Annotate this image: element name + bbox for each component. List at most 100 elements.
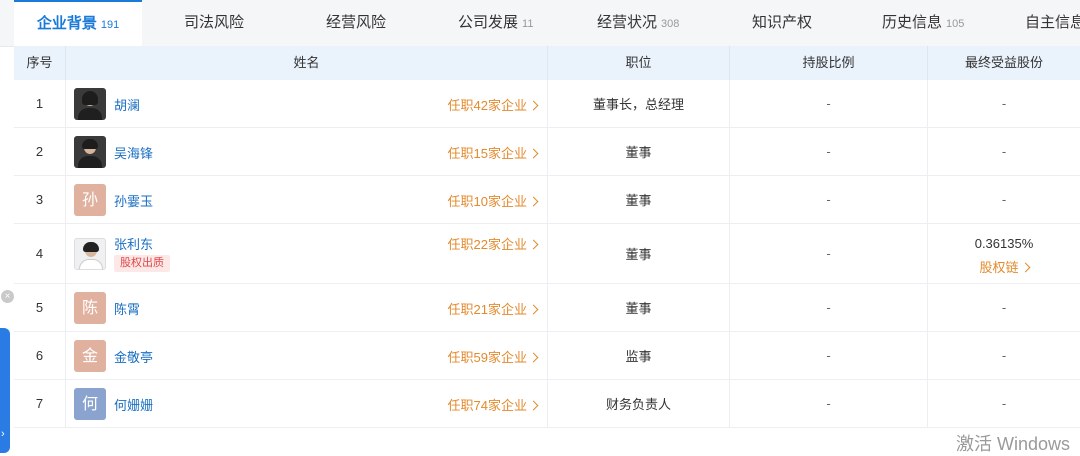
- equity-chain-label: 股权链: [979, 260, 1019, 275]
- chevron-right-icon: [528, 148, 539, 159]
- person-name-link[interactable]: 吴海锋: [114, 143, 153, 162]
- positions-link[interactable]: 任职42家企业: [447, 95, 539, 114]
- person-name-link[interactable]: 陈霄: [114, 299, 140, 318]
- person-name-link[interactable]: 胡澜: [114, 95, 140, 114]
- header-position: 职位: [548, 46, 730, 80]
- avatar[interactable]: [74, 136, 106, 168]
- table-row: 6 金 金敬亭 任职59家企业 监事 - -: [14, 332, 1080, 380]
- role-cell: 董事: [548, 284, 730, 331]
- positions-link[interactable]: 任职15家企业: [447, 143, 539, 162]
- chevron-right-icon: [528, 100, 539, 111]
- share-ratio-cell: -: [730, 284, 928, 331]
- tab-company-development[interactable]: 公司发展 11: [458, 0, 533, 46]
- share-ratio-cell: -: [730, 332, 928, 379]
- avatar[interactable]: [74, 238, 106, 270]
- chevron-right-icon: [1020, 262, 1030, 273]
- tab-label: 经营风险: [326, 14, 387, 31]
- name-cell: 孙 孙霎玉 任职10家企业: [66, 176, 548, 223]
- final-benefit-cell: -: [1001, 300, 1007, 315]
- tab-count: 105: [946, 18, 965, 30]
- chevron-right-icon: [528, 352, 539, 363]
- chevron-right-icon: [528, 196, 539, 207]
- table-row: 7 何 何姗姗 任职74家企业 财务负责人 - -: [14, 380, 1080, 428]
- tab-intellectual-property[interactable]: 知识产权: [752, 0, 812, 46]
- positions-label: 任职42家企业: [447, 98, 527, 113]
- row-index: 4: [14, 224, 66, 283]
- person-name-link[interactable]: 何姗姗: [114, 395, 153, 414]
- tab-judicial-risk[interactable]: 司法风险: [184, 0, 244, 46]
- row-index: 5: [14, 284, 66, 331]
- final-benefit-cell: -: [1001, 396, 1007, 411]
- final-benefit-cell: -: [1001, 192, 1007, 207]
- person-name-link[interactable]: 张利东: [114, 234, 153, 253]
- role-cell: 董事: [548, 128, 730, 175]
- final-benefit-cell: 0.36135% 股权链: [928, 224, 1080, 283]
- positions-link[interactable]: 任职10家企业: [447, 191, 539, 210]
- chevron-right-icon: [528, 304, 539, 315]
- table-row: 5 陈 陈霄 任职21家企业 董事 - -: [14, 284, 1080, 332]
- tab-count: 308: [661, 18, 680, 30]
- positions-link[interactable]: 任职74家企业: [447, 395, 539, 414]
- avatar[interactable]: 何: [74, 388, 106, 420]
- table-row: 4 张利东 股权出质 任职22家企业 董事 - 0.36135% 股权链: [14, 224, 1080, 284]
- equity-pledge-badge[interactable]: 股权出质: [114, 255, 170, 272]
- positions-label: 任职22家企业: [447, 237, 527, 252]
- name-cell: 金 金敬亭 任职59家企业: [66, 332, 548, 379]
- final-benefit-value: 0.36135%: [974, 236, 1034, 251]
- table-header: 序号 姓名 职位 持股比例 最终受益股份: [14, 46, 1080, 80]
- tab-history[interactable]: 历史信息 105: [882, 0, 964, 46]
- positions-link[interactable]: 任职21家企业: [447, 299, 539, 318]
- name-cell: 吴海锋 任职15家企业: [66, 128, 548, 175]
- table-row: 2 吴海锋 任职15家企业 董事 - -: [14, 128, 1080, 176]
- tab-enterprise-background[interactable]: 企业背景 191: [14, 0, 142, 48]
- avatar[interactable]: 孙: [74, 184, 106, 216]
- chevron-right-icon: [528, 400, 539, 411]
- tab-count: 11: [522, 18, 534, 30]
- avatar[interactable]: 金: [74, 340, 106, 372]
- row-index: 2: [14, 128, 66, 175]
- positions-label: 任职10家企业: [447, 194, 527, 209]
- table-row: 1 胡澜 任职42家企业 董事长，总经理 - -: [14, 80, 1080, 128]
- share-ratio-cell: -: [730, 80, 928, 127]
- name-cell: 胡澜 任职42家企业: [66, 80, 548, 127]
- role-cell: 财务负责人: [548, 380, 730, 427]
- floating-side-panel[interactable]: ›: [0, 328, 10, 453]
- tab-label: 经营状况: [597, 14, 658, 31]
- share-ratio-cell: -: [730, 176, 928, 223]
- row-index: 7: [14, 380, 66, 427]
- tab-count: 191: [100, 19, 120, 31]
- name-cell: 张利东 股权出质 任职22家企业: [66, 224, 548, 283]
- header-name: 姓名: [66, 46, 548, 80]
- equity-chain-link[interactable]: 股权链: [928, 257, 1080, 276]
- positions-label: 任职59家企业: [447, 350, 527, 365]
- share-ratio-cell: -: [730, 224, 928, 283]
- tab-bar: 企业背景 191 司法风险 经营风险 公司发展 11 经营状况 308 知识产权 历史…: [0, 0, 1080, 48]
- positions-label: 任职15家企业: [447, 146, 527, 161]
- role-cell: 董事: [548, 224, 730, 283]
- header-share-ratio: 持股比例: [730, 46, 928, 80]
- role-cell: 董事: [548, 176, 730, 223]
- close-icon[interactable]: ×: [1, 290, 14, 303]
- chevron-right-icon: [528, 239, 539, 250]
- positions-label: 任职74家企业: [447, 398, 527, 413]
- positions-link[interactable]: 任职22家企业: [447, 234, 539, 253]
- avatar[interactable]: 陈: [74, 292, 106, 324]
- person-name-link[interactable]: 金敬亭: [114, 347, 153, 366]
- positions-link[interactable]: 任职59家企业: [447, 347, 539, 366]
- avatar[interactable]: [74, 88, 106, 120]
- tab-label: 公司发展: [458, 14, 519, 31]
- tab-operating-status[interactable]: 经营状况 308: [597, 0, 679, 46]
- tab-label: 自主信息: [1025, 14, 1080, 31]
- table-row: 3 孙 孙霎玉 任职10家企业 董事 - -: [14, 176, 1080, 224]
- final-benefit-cell: -: [1001, 144, 1007, 159]
- name-cell: 陈 陈霄 任职21家企业: [66, 284, 548, 331]
- tab-label: 司法风险: [184, 14, 245, 31]
- tab-operating-risk[interactable]: 经营风险: [326, 0, 386, 46]
- tab-label: 历史信息: [882, 14, 943, 31]
- person-name-link[interactable]: 孙霎玉: [114, 191, 153, 210]
- tab-self-info[interactable]: 自主信息: [1025, 0, 1080, 46]
- final-benefit-cell: -: [1001, 348, 1007, 363]
- tab-label: 知识产权: [752, 14, 813, 31]
- positions-label: 任职21家企业: [447, 302, 527, 317]
- header-index: 序号: [14, 46, 66, 80]
